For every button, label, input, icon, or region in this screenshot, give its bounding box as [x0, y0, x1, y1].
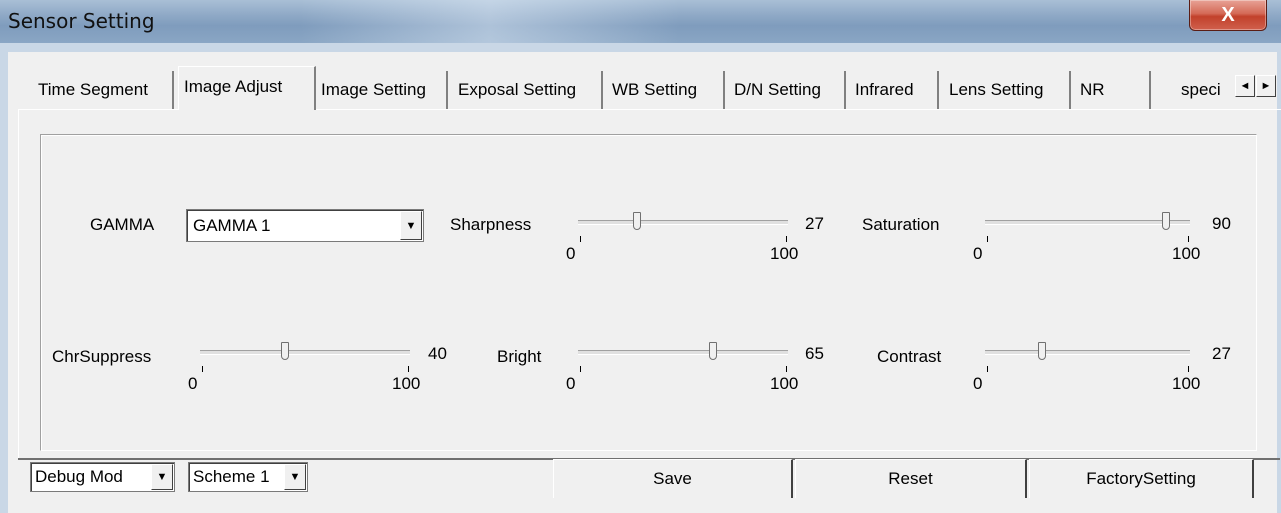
close-button[interactable]: X	[1189, 0, 1267, 31]
gamma-label: GAMMA	[90, 215, 155, 234]
close-icon: X	[1221, 3, 1235, 26]
tab-special[interactable]: speci	[1151, 71, 1239, 109]
sharpness-track[interactable]	[578, 220, 788, 225]
chevron-down-icon[interactable]: ▼	[400, 211, 422, 240]
chrsuppress-track[interactable]	[200, 350, 410, 355]
saturation-track[interactable]	[985, 220, 1190, 225]
chrsuppress-label: ChrSuppress	[52, 347, 152, 366]
bright-track[interactable]	[578, 350, 788, 355]
saturation-value: 90	[1212, 214, 1231, 233]
sharpness-tick-min	[580, 236, 581, 242]
sharpness-tick-max	[786, 236, 787, 242]
contrast-min-label: 0	[973, 374, 983, 393]
tab-infrared[interactable]: Infrared	[846, 71, 939, 109]
tab-time-segment[interactable]: Time Segment	[30, 71, 174, 109]
saturation-max-label: 100	[1172, 244, 1201, 263]
bright-tick-max	[786, 366, 787, 372]
settings-group	[40, 134, 1257, 451]
tab-wb-setting[interactable]: WB Setting	[603, 71, 725, 109]
saturation-min-label: 0	[973, 244, 983, 263]
sharpness-value: 27	[805, 214, 824, 233]
chrsuppress-thumb[interactable]	[280, 342, 289, 360]
bright-tick-min	[580, 366, 581, 372]
bright-thumb[interactable]	[709, 342, 718, 360]
sharpness-max-label: 100	[770, 244, 799, 263]
contrast-max-label: 100	[1172, 374, 1201, 393]
left-arrow-icon: ◄	[1239, 80, 1251, 92]
tab-exposal-setting[interactable]: Exposal Setting	[448, 71, 603, 109]
sharpness-thumb[interactable]	[632, 212, 641, 230]
bright-min-label: 0	[566, 374, 576, 393]
chrsuppress-tick-max	[408, 366, 409, 372]
saturation-tick-max	[1188, 236, 1189, 242]
chevron-down-icon[interactable]: ▼	[151, 464, 173, 490]
bright-max-label: 100	[770, 374, 799, 393]
contrast-label: Contrast	[877, 347, 942, 366]
tab-scroll-left-button[interactable]: ◄	[1235, 75, 1255, 97]
saturation-tick-min	[987, 236, 988, 242]
chrsuppress-value: 40	[428, 344, 447, 363]
chevron-down-icon[interactable]: ▼	[284, 464, 306, 490]
contrast-value: 27	[1212, 344, 1231, 363]
mode-select[interactable]: Debug Mod ▼	[30, 462, 175, 492]
gamma-select[interactable]: GAMMA 1 ▼	[186, 209, 424, 242]
factory-setting-button[interactable]: FactorySetting	[1029, 459, 1254, 498]
contrast-tick-min	[987, 366, 988, 372]
title-bar[interactable]: Sensor Setting X	[0, 0, 1281, 43]
tab-nr[interactable]: NR	[1071, 71, 1151, 109]
sharpness-min-label: 0	[566, 244, 576, 263]
chrsuppress-max-label: 100	[392, 374, 421, 393]
tab-image-setting[interactable]: Image Setting	[316, 71, 448, 109]
bright-label: Bright	[497, 347, 542, 366]
tab-lens-setting[interactable]: Lens Setting	[939, 71, 1071, 109]
save-button[interactable]: Save	[553, 459, 793, 498]
tab-image-adjust[interactable]: Image Adjust	[178, 66, 316, 110]
contrast-thumb[interactable]	[1038, 342, 1047, 360]
reset-button[interactable]: Reset	[795, 459, 1027, 498]
tab-dn-setting[interactable]: D/N Setting	[725, 71, 846, 109]
tab-scroll-right-button[interactable]: ►	[1256, 75, 1276, 97]
contrast-tick-max	[1188, 366, 1189, 372]
contrast-track[interactable]	[985, 350, 1190, 355]
scheme-select[interactable]: Scheme 1 ▼	[188, 462, 308, 492]
saturation-label: Saturation	[862, 215, 940, 234]
sharpness-label: Sharpness	[450, 215, 532, 234]
chrsuppress-tick-min	[202, 366, 203, 372]
right-arrow-icon: ►	[1260, 80, 1272, 92]
window-title: Sensor Setting	[8, 9, 155, 33]
chrsuppress-min-label: 0	[188, 374, 198, 393]
saturation-thumb[interactable]	[1162, 212, 1171, 230]
bright-value: 65	[805, 344, 824, 363]
